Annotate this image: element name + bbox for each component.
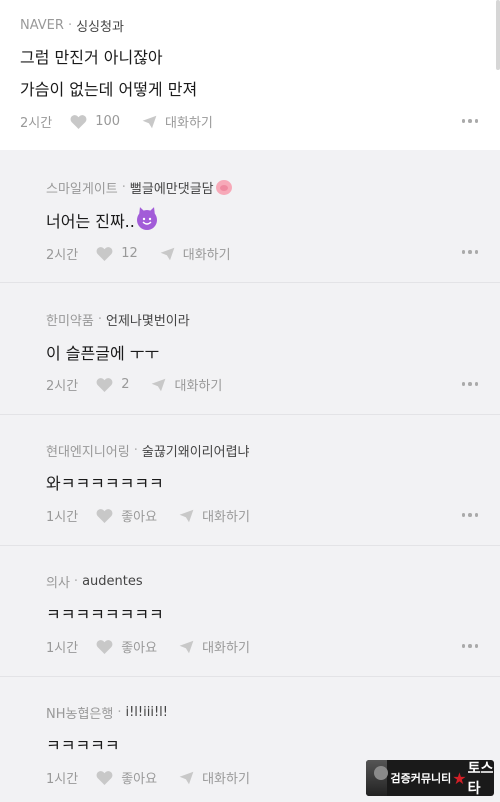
divider: [0, 545, 500, 546]
watermark-logo: 검증커뮤니티 ★ 토스타: [366, 760, 494, 796]
watermark-text: 검증커뮤니티: [390, 772, 452, 785]
meta-separator: ·: [133, 443, 138, 458]
reply-button[interactable]: 대화하기: [179, 506, 250, 525]
divider: [0, 676, 500, 677]
meta-separator: ·: [121, 180, 126, 195]
reply-meta: 의사 · audentes: [46, 572, 143, 591]
reply-actions: 1시간 좋아요 대화하기: [46, 506, 272, 525]
reply-button[interactable]: 대화하기: [179, 768, 250, 787]
meta-separator: ·: [97, 312, 102, 327]
reply-nickname[interactable]: 술끊기왜이리어렵냐: [142, 441, 250, 460]
meta-separator: ·: [67, 18, 73, 33]
main-post: NAVER · 싱싱청과 그럼 만진거 아니잖아 가슴이 없는데 어떻게 만져 …: [0, 0, 500, 150]
reply-text: 이 슬픈글에 ㅜㅜ: [46, 344, 160, 363]
like-button[interactable]: 좋아요: [96, 506, 157, 525]
reply-nickname[interactable]: 뻘글에만댓글담: [130, 178, 214, 197]
post-line-1: 그럼 만진거 아니잖아: [20, 48, 163, 67]
like-button[interactable]: 2: [96, 377, 129, 392]
reply-actions: 1시간 좋아요 대화하기: [46, 637, 272, 656]
reply-meta: 현대엔지니어링 · 술끊기왜이리어렵냐: [46, 441, 250, 460]
smiling-devil-icon: [136, 210, 157, 230]
post-time: 2시간: [20, 116, 53, 131]
like-label: 좋아요: [121, 772, 158, 787]
reply-text: 너어는 진짜..: [46, 208, 157, 232]
more-options-icon[interactable]: [461, 513, 478, 517]
like-label: 좋아요: [121, 641, 158, 656]
reply-text: ㅋㅋㅋㅋㅋㅋㅋㅋ: [46, 605, 164, 624]
send-icon: [179, 640, 194, 653]
send-icon: [152, 378, 166, 391]
reply-actions: 1시간 좋아요 대화하기: [46, 768, 272, 787]
like-label: 좋아요: [121, 510, 158, 525]
pig-icon: [215, 180, 232, 195]
reply-time: 1시간: [46, 772, 79, 787]
soldier-figure-icon: [366, 760, 388, 796]
meta-separator: ·: [73, 574, 79, 589]
reply-org: 한미약품: [46, 314, 94, 329]
reply-button[interactable]: 대화하기: [142, 112, 213, 131]
divider: [0, 414, 500, 415]
scrollbar[interactable]: [496, 0, 500, 70]
reply-org: 현대엔지니어링: [46, 445, 130, 460]
post-meta: NAVER · 싱싱청과: [20, 16, 124, 35]
reply-time: 2시간: [46, 248, 79, 263]
heart-icon: [96, 640, 113, 654]
more-options-icon[interactable]: [461, 250, 478, 254]
more-options-icon[interactable]: [461, 644, 478, 648]
like-button[interactable]: 100: [70, 114, 120, 129]
reply-label: 대화하기: [202, 641, 250, 656]
reply-label: 대화하기: [182, 248, 231, 263]
heart-icon: [96, 378, 113, 392]
post-line-2: 가슴이 없는데 어떻게 만져: [20, 80, 198, 99]
heart-icon: [96, 247, 113, 261]
watermark-brand: 토스타: [467, 761, 494, 796]
like-count: 100: [95, 114, 121, 129]
reply-actions: 2시간 12 대화하기: [46, 244, 253, 263]
like-count: 2: [121, 377, 130, 392]
reply-text-content: 너어는 진짜..: [46, 212, 135, 231]
reply-button[interactable]: 대화하기: [179, 637, 250, 656]
meta-separator: ·: [117, 705, 122, 720]
post-nickname[interactable]: 싱싱청과: [76, 16, 124, 35]
reply-label: 대화하기: [202, 772, 250, 787]
reply-text: 와ㅋㅋㅋㅋㅋㅋㅋ: [46, 474, 164, 493]
send-icon: [160, 247, 175, 260]
reply-time: 2시간: [46, 379, 79, 394]
reply-button[interactable]: 대화하기: [160, 244, 231, 263]
divider: [0, 282, 500, 283]
star-icon: ★: [452, 768, 467, 788]
reply-org: 의사: [46, 576, 70, 591]
like-button[interactable]: 좋아요: [96, 768, 157, 787]
more-options-icon[interactable]: [461, 119, 478, 123]
reply-meta: 스마일게이트 · 뻘글에만댓글담: [46, 178, 232, 197]
reply-label: 대화하기: [202, 510, 250, 525]
post-actions: 2시간 100 대화하기: [20, 112, 235, 131]
like-count: 12: [121, 246, 138, 261]
reply-button[interactable]: 대화하기: [151, 375, 222, 394]
send-icon: [142, 115, 157, 128]
send-icon: [179, 509, 194, 522]
reply-time: 1시간: [46, 510, 79, 525]
reply-nickname[interactable]: i!l!iii!l!: [125, 705, 168, 720]
reply-org: 스마일게이트: [46, 182, 118, 197]
reply-nickname[interactable]: 언제나몇번이라: [106, 310, 190, 329]
reply-meta: 한미약품 · 언제나몇번이라: [46, 310, 190, 329]
post-source: NAVER: [20, 18, 64, 33]
reply-time: 1시간: [46, 641, 79, 656]
like-button[interactable]: 12: [96, 246, 138, 261]
heart-icon: [96, 509, 113, 523]
reply-org: NH농협은행: [46, 707, 114, 722]
more-options-icon[interactable]: [461, 382, 478, 386]
reply-text: ㅋㅋㅋㅋㅋ: [46, 736, 120, 755]
reply-nickname[interactable]: audentes: [82, 574, 143, 589]
like-button[interactable]: 좋아요: [96, 637, 157, 656]
send-icon: [179, 771, 194, 784]
reply-actions: 2시간 2 대화하기: [46, 375, 244, 394]
reply-label: 대화하기: [174, 379, 223, 394]
heart-icon: [96, 771, 113, 785]
reply-label: 대화하기: [165, 116, 213, 131]
reply-meta: NH농협은행 · i!l!iii!l!: [46, 703, 168, 722]
heart-icon: [70, 115, 87, 129]
